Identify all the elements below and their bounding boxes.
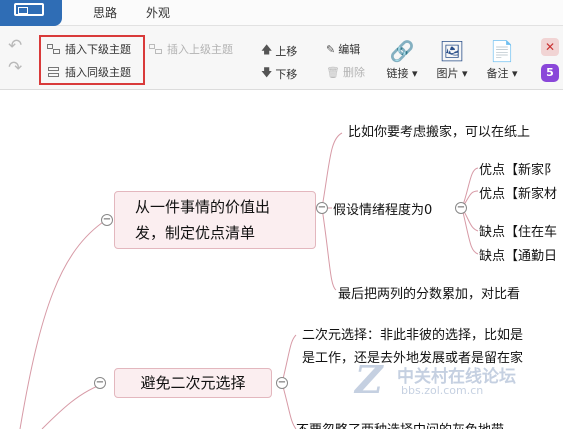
collapse-toggle-topic2-right[interactable]: − [276,377,288,389]
collapse-toggle-topic2[interactable]: − [94,377,106,389]
trash-icon: 🗑 [326,65,340,79]
tab-thinking[interactable]: 思路 [93,4,117,21]
watermark-url: bbs.zol.com.cn [401,384,484,397]
toolbar: ↶ ↷ 插入下级主题 插入同级主题 插入上级主题 🡅 上移 🡇 下移 ✎ 编辑 … [0,26,563,90]
move-up-label: 上移 [275,44,298,58]
insert-sibling-icon [47,67,61,77]
pencil-icon: ✎ [326,42,336,56]
topic-avoid-binary-choice[interactable]: 避免二次元选择 [114,368,272,398]
move-down-label: 下移 [275,67,298,81]
app-logo-icon[interactable] [0,0,62,26]
binary-choice-line1[interactable]: 二次元选择：非此非彼的选择，比如是 [302,324,523,343]
branch-sum-scores[interactable]: 最后把两列的分数累加，对比看 [338,283,520,302]
link-button[interactable]: 🔗 链接 ▾ [382,39,422,81]
con-item-1[interactable]: 缺点【住在车 [479,221,557,240]
insert-parent-topic-button[interactable]: 插入上级主题 [149,41,233,57]
move-down-button[interactable]: 🡇 下移 [261,64,297,83]
watermark: Z 中关村在线论坛 bbs.zol.com.cn [355,360,563,420]
delete-label: 删除 [342,66,365,79]
arrow-up-icon: 🡅 [261,43,273,56]
insert-sibling-topic-button[interactable]: 插入同级主题 [47,64,131,80]
arrow-down-icon: 🡇 [261,66,273,79]
collapse-toggle-pros-cons[interactable]: − [455,202,467,214]
topic-value-list[interactable]: 从一件事情的价值出 发，制定优点清单 [114,191,316,249]
mindmap-canvas[interactable]: − 从一件事情的价值出 发，制定优点清单 比如你要考虑搬家，可以在纸上 − 假设… [0,91,563,429]
note-label: 备注 [486,67,509,80]
link-icon: 🔗 [389,39,415,63]
insert-parent-icon [149,44,163,54]
link-label: 链接 [386,67,409,80]
pro-item-1[interactable]: 优点【新家阝 [479,159,557,178]
topic1-line2: 发，制定优点清单 [135,224,256,242]
branch-emotion-zero[interactable]: 假设情绪程度为0 [333,199,432,218]
con-item-2[interactable]: 缺点【通勤日 [479,245,557,264]
insert-child-label: 插入下级主题 [65,43,131,56]
watermark-logo-icon: Z [355,357,383,402]
image-icon: 🖼 [439,39,465,63]
collapse-toggle-branch-b[interactable]: − [316,202,328,214]
note-button[interactable]: 📄 备注 ▾ [482,39,522,81]
pro-item-2[interactable]: 优点【新家材 [479,183,557,202]
collapse-toggle-topic1[interactable]: − [101,214,113,226]
image-label: 图片 [436,67,459,80]
undo-icon[interactable]: ↶ [8,38,22,55]
remove-icon[interactable]: ✕ [541,38,559,56]
insert-child-topic-button[interactable]: 插入下级主题 [47,41,131,57]
insert-parent-label: 插入上级主题 [167,43,233,56]
topic1-line1: 从一件事情的价值出 [135,198,271,216]
gray-area-note[interactable]: 不要忽略了两种选择中间的灰色地带 [296,419,504,429]
edit-button[interactable]: ✎ 编辑 [326,41,360,57]
insert-sibling-label: 插入同级主题 [65,66,131,79]
image-button[interactable]: 🖼 图片 ▾ [432,39,472,81]
tab-appearance[interactable]: 外观 [146,4,170,21]
delete-button[interactable]: 🗑 删除 [326,64,365,80]
note-icon: 📄 [489,39,515,63]
edit-label: 编辑 [338,43,361,56]
top-tab-bar: 思路 外观 [0,0,563,26]
priority-badge[interactable]: 5 [541,64,559,82]
branch-moving-example[interactable]: 比如你要考虑搬家，可以在纸上 [348,121,530,140]
move-up-button[interactable]: 🡅 上移 [261,41,297,60]
redo-icon[interactable]: ↷ [8,60,22,77]
insert-child-icon [47,44,61,54]
